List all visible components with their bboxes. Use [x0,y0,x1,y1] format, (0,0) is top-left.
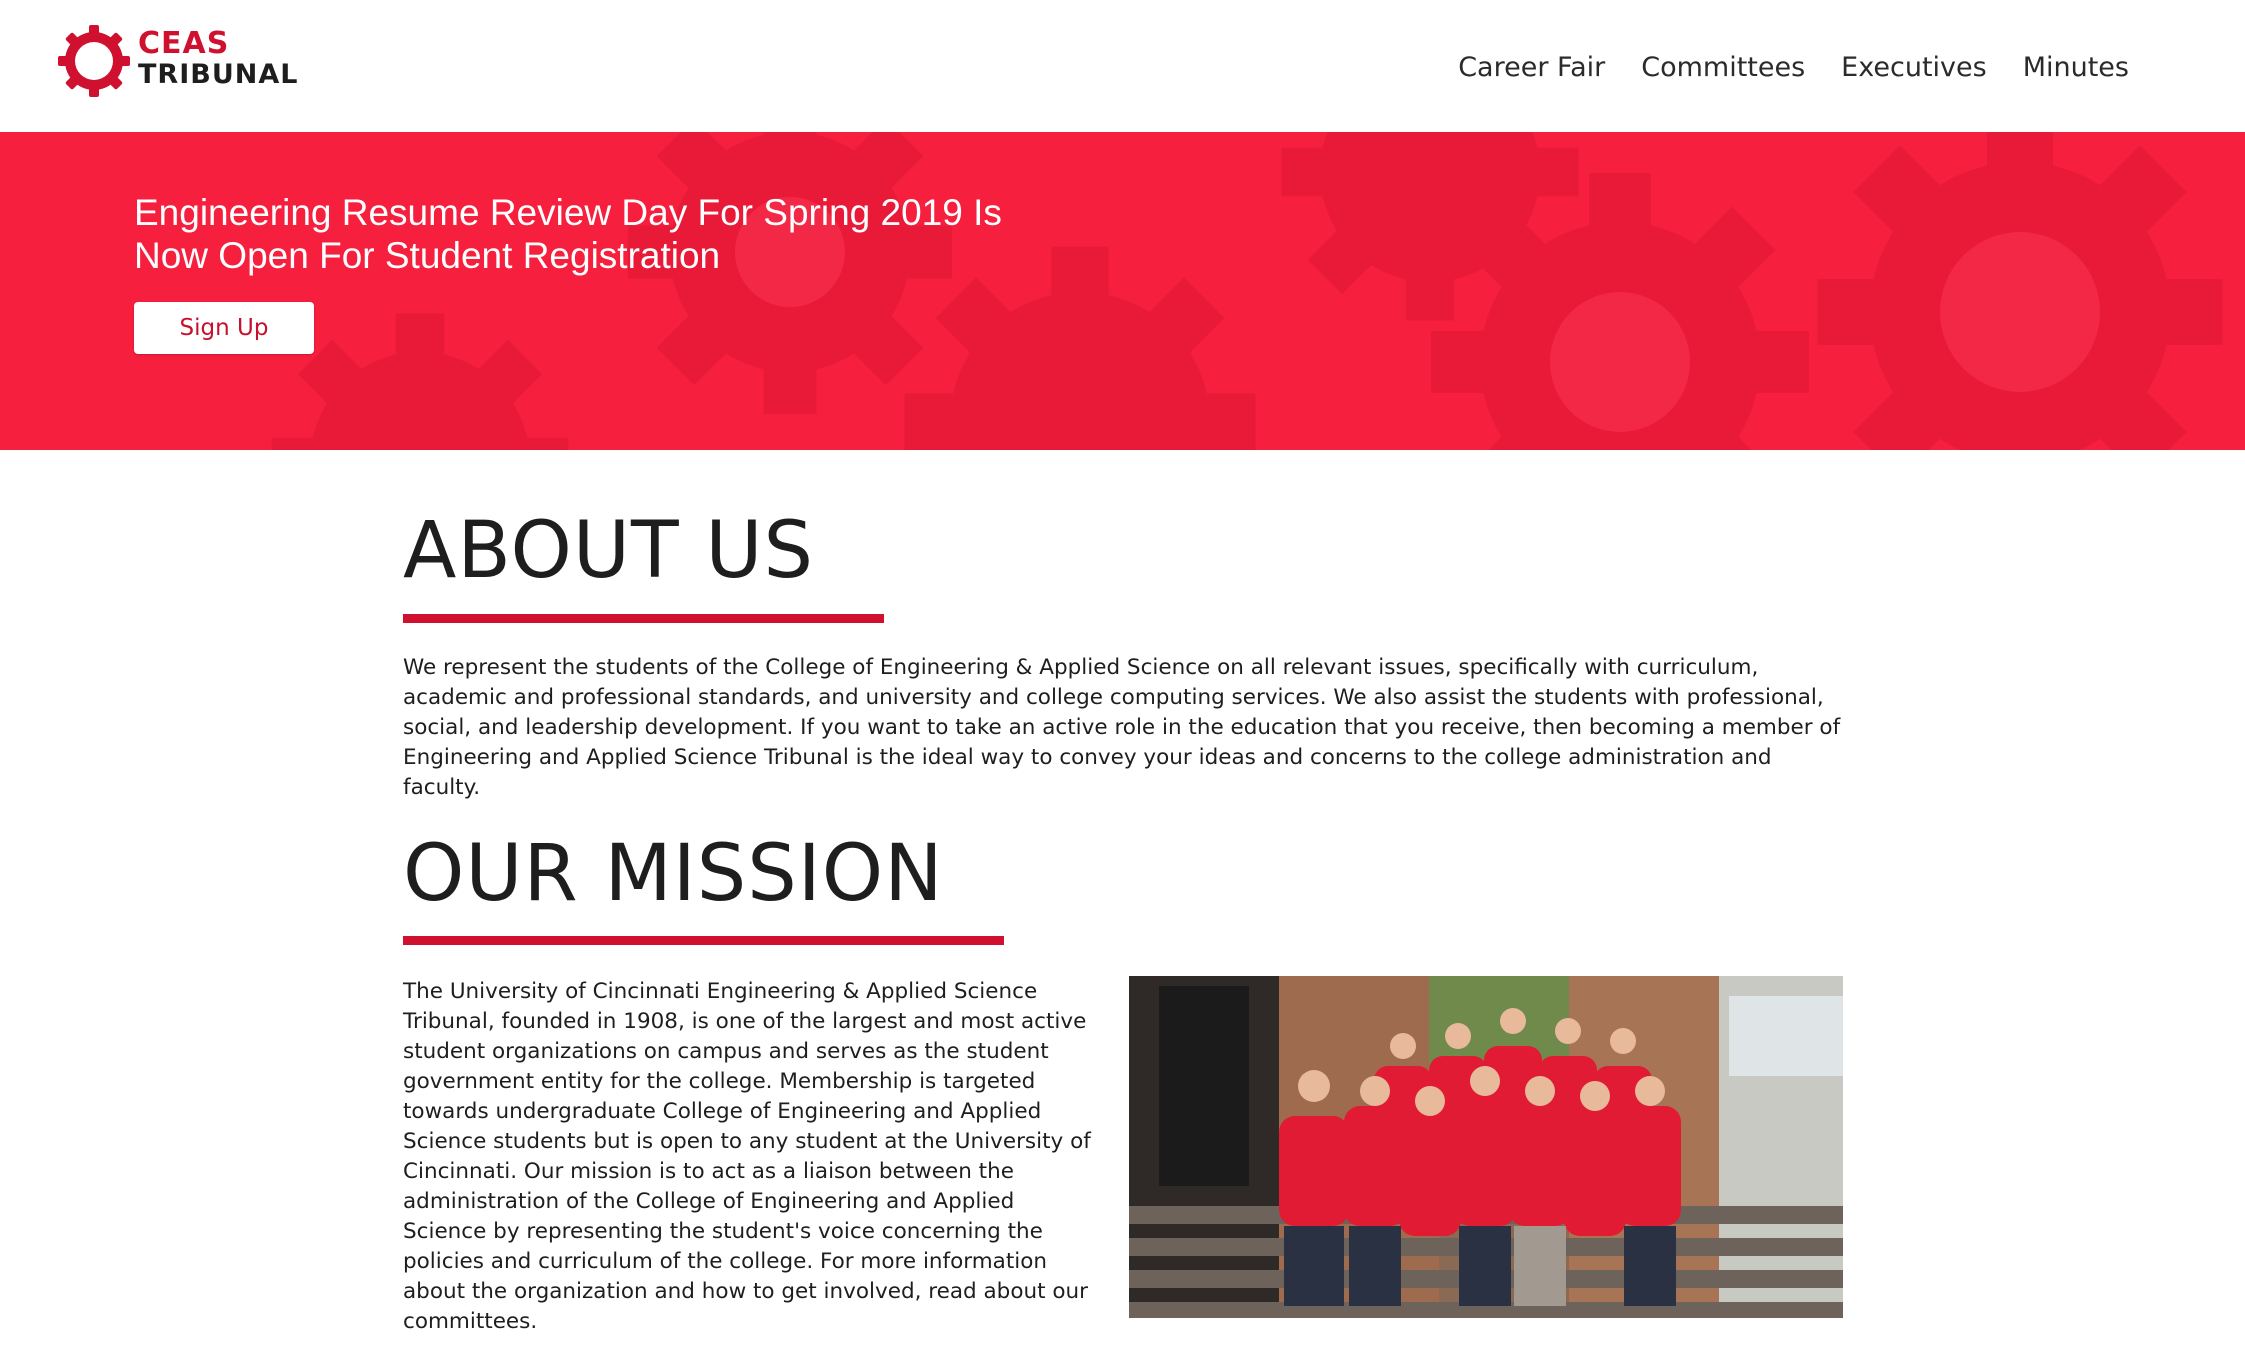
gear-logo-icon [58,25,130,97]
logo-line1: CEAS [138,26,230,61]
main-nav: Career Fair Committees Executives Minute… [1458,52,2129,83]
about-text: We represent the students of the College… [403,655,1841,800]
sign-up-button[interactable]: Sign Up [134,302,314,354]
gear-pattern-background [271,132,2223,450]
nav-executives[interactable]: Executives [1841,52,1987,83]
site-header: CEAS TRIBUNAL Career Fair Committees Exe… [0,0,2245,132]
site-logo[interactable]: CEAS TRIBUNAL [58,25,298,97]
mission-heading: OUR MISSION [403,829,944,919]
group-photo [1129,976,1843,1318]
hero-banner: Engineering Resume Review Day For Spring… [0,132,2245,450]
nav-minutes[interactable]: Minutes [2023,52,2129,83]
nav-career-fair[interactable]: Career Fair [1458,52,1605,83]
about-heading: ABOUT US [403,506,815,596]
about-underline [403,614,884,623]
mission-text: The University of Cincinnati Engineering… [403,979,1091,1334]
hero-title: Engineering Resume Review Day For Spring… [134,192,1002,276]
nav-committees[interactable]: Committees [1641,52,1805,83]
logo-line2: TRIBUNAL [138,59,299,90]
mission-underline [403,936,1004,945]
team-photo-illustration [1129,976,1843,1318]
